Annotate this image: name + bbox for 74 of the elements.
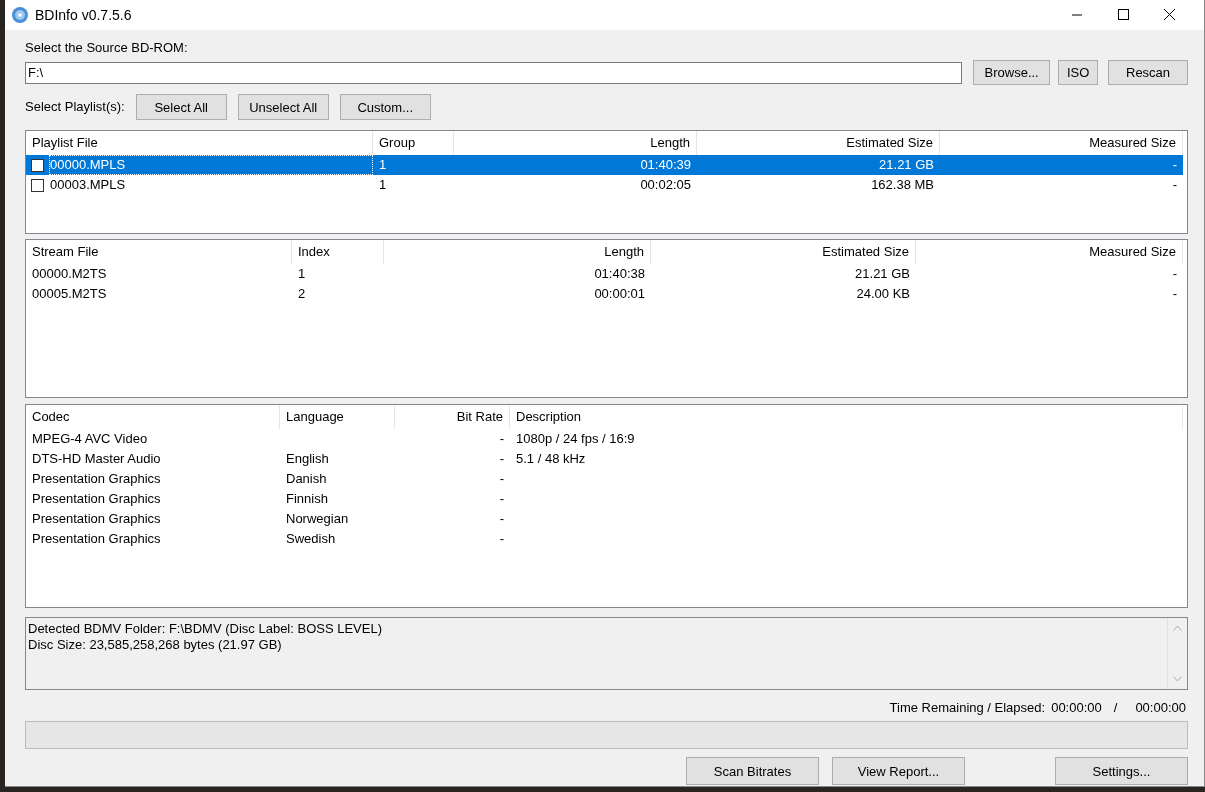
playlist-row[interactable]: 00000.MPLS 1 01:40:39 21.21 GB -	[26, 155, 1183, 175]
source-path-field[interactable]: F:\	[25, 61, 963, 84]
column-header[interactable]: Estimated Size	[651, 240, 916, 264]
table-cell-text: -	[1171, 265, 1178, 283]
source-button[interactable]: ISO	[1058, 60, 1099, 85]
table-cell-text: 162.38 MB	[870, 176, 935, 194]
table-cell-text: 5.1 / 48 kHz	[515, 450, 587, 468]
table-cell-text: 00003.MPLS	[49, 176, 127, 194]
info-text: Detected BDMV Folder: F:\BDMV (Disc Label: BOSS LEVEL)	[28, 621, 383, 637]
column-header[interactable]: Description	[510, 405, 1183, 429]
playlist-select-button[interactable]: Select All	[135, 94, 227, 120]
column-header[interactable]: Stream File	[26, 240, 292, 264]
info-text: Disc Size: 23,585,258,268 bytes (21.97 GB)	[28, 637, 283, 653]
table-cell-text: 00:00:01	[593, 285, 646, 303]
playlist-select-label: Select Playlist(s):	[25, 99, 125, 115]
table-cell-text: 01:40:38	[593, 265, 646, 283]
column-header[interactable]: Length	[384, 240, 651, 264]
table-cell-text: 1080p / 24 fps / 16:9	[515, 430, 636, 448]
time-elapsed: 00:00:00	[1135, 700, 1186, 716]
disc-icon	[11, 6, 29, 24]
table-cell-text: 21.21 GB	[854, 265, 911, 283]
time-remaining: 00:00:00	[1051, 700, 1102, 716]
source-button[interactable]: Browse...	[973, 60, 1051, 85]
table-cell-text: English	[285, 450, 330, 468]
table-cell-text: Presentation Graphics	[31, 470, 162, 488]
scroll-up-icon[interactable]	[1173, 625, 1182, 631]
column-header[interactable]: Index	[292, 240, 384, 264]
table-cell-text: -	[1171, 285, 1178, 303]
column-header[interactable]: Measured Size	[916, 240, 1183, 264]
table-cell-text: 1	[378, 176, 388, 194]
table-cell-text: 21.21 GB	[878, 156, 935, 174]
table-cell-text: -	[498, 430, 505, 448]
table-cell-text: -	[1171, 176, 1178, 194]
playlist-select-button[interactable]: Custom...	[339, 94, 431, 120]
table-cell-text: DTS-HD Master Audio	[31, 450, 162, 468]
playlist-select-button[interactable]: Unselect All	[237, 94, 329, 120]
table-cell-text: Presentation Graphics	[31, 510, 162, 528]
column-header[interactable]: Bit Rate	[395, 405, 510, 429]
column-header[interactable]: Language	[280, 405, 395, 429]
table-cell-text: -	[498, 530, 505, 548]
table-cell-text: 24.00 KB	[855, 285, 911, 303]
table-cell-text: -	[498, 450, 505, 468]
table-cell-text: 1	[378, 156, 388, 174]
action-button[interactable]: Settings...	[1055, 757, 1188, 785]
playlist-row[interactable]: 00003.MPLS 1 00:02:05 162.38 MB -	[26, 175, 1183, 195]
checkbox[interactable]	[31, 158, 44, 172]
table-cell-text: 00005.M2TS	[31, 285, 108, 303]
table-cell-text: 1	[297, 265, 307, 283]
action-button[interactable]: View Report...	[832, 757, 965, 785]
table-cell-text: -	[498, 510, 505, 528]
table-cell-text: Presentation Graphics	[31, 490, 162, 508]
table-cell-text: 2	[297, 285, 307, 303]
table-cell-text: -	[498, 490, 505, 508]
table-cell-text: Danish	[285, 470, 328, 488]
scroll-down-icon[interactable]	[1173, 676, 1182, 682]
window-title: BDInfo v0.7.5.6	[35, 7, 132, 23]
table-cell-text: Presentation Graphics	[31, 530, 162, 548]
table-cell-text: Swedish	[285, 530, 337, 548]
table-cell-text: -	[1171, 156, 1178, 174]
source-label: Select the Source BD-ROM:	[25, 40, 189, 56]
table-cell-text: 00:02:05	[639, 176, 692, 194]
table-cell-text: 00000.M2TS	[31, 265, 108, 283]
table-cell-text: 01:40:39	[639, 156, 692, 174]
table-cell-text: Norwegian	[285, 510, 350, 528]
table-cell-text: -	[498, 470, 505, 488]
time-separator: /	[1113, 700, 1118, 716]
action-button[interactable]: Scan Bitrates	[686, 757, 819, 785]
table-cell-text: Finnish	[285, 490, 329, 508]
time-label: Time Remaining / Elapsed:	[889, 700, 1046, 716]
checkbox[interactable]	[31, 178, 44, 192]
table-cell-text: MPEG-4 AVC Video	[31, 430, 149, 448]
table-cell: 00000.MPLS	[49, 155, 373, 175]
column-header[interactable]: Codec	[26, 405, 280, 429]
source-button[interactable]: Rescan	[1108, 60, 1188, 85]
